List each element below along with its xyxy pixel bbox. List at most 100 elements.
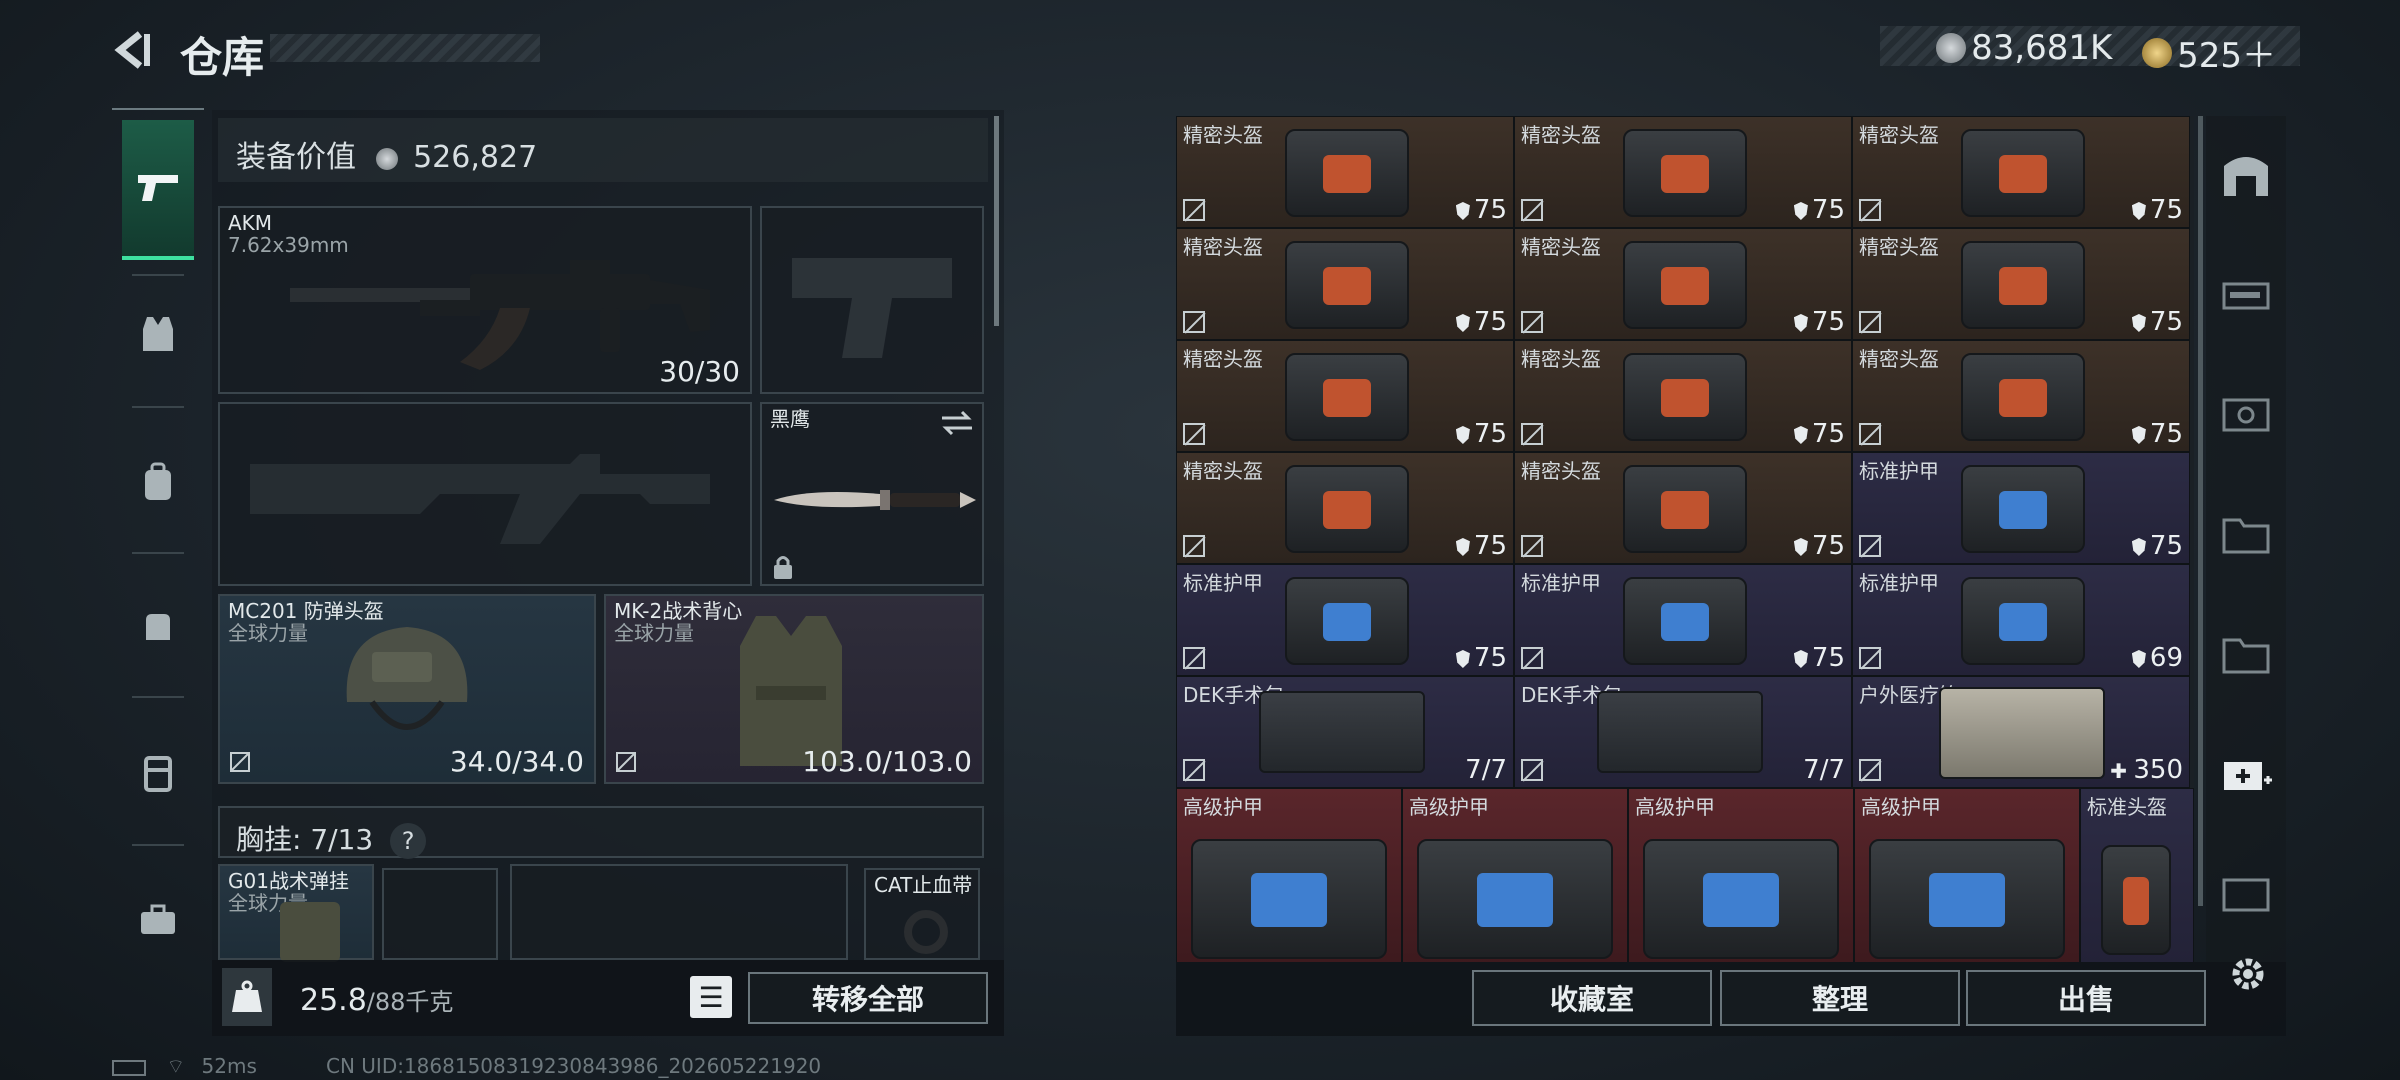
item-name: 高级护甲 [1183, 795, 1263, 819]
safe-icon [2224, 157, 2268, 196]
swap-icon[interactable] [940, 410, 974, 436]
no-insure-icon [1521, 311, 1544, 334]
rig-pocket-slot[interactable] [382, 868, 498, 960]
nav-weapons[interactable] [122, 120, 194, 260]
grid-item[interactable]: 精密头盔 75 [1176, 340, 1514, 452]
grid-item[interactable]: 高级护甲 [1854, 788, 2080, 962]
silver-coin-icon [375, 147, 398, 170]
gold-currency[interactable]: 525＋ [2142, 28, 2276, 77]
vest-brand: 全球力量 [614, 621, 694, 645]
vest-name: MK-2战术背心 [614, 599, 743, 623]
rig-slot[interactable]: G01战术弹挂 全球力量 [218, 864, 374, 962]
helmet-case-image [2101, 845, 2171, 955]
no-insure-icon [1183, 311, 1206, 334]
transfer-all-button[interactable]: 转移全部 [748, 972, 988, 1024]
storage-tab-medical[interactable] [2218, 746, 2274, 802]
durability-value: 75 [1811, 307, 1845, 337]
storage-tab-main[interactable] [2218, 146, 2274, 202]
storage-tab-3[interactable] [2218, 386, 2274, 442]
tourniquet-slot[interactable]: CAT止血带 [864, 868, 980, 960]
melee-slot[interactable]: 黑鹰 [760, 402, 984, 586]
shield-icon [2131, 650, 2146, 668]
bag-icon [146, 614, 170, 640]
helmet-case-image [1285, 353, 1409, 441]
grid-item[interactable]: 标准头盔 [2080, 788, 2194, 962]
item-durability: 69 [2131, 643, 2183, 673]
item-name: 标准头盔 [2087, 795, 2167, 819]
item-durability: ✚ 350 [2110, 755, 2183, 785]
grid-item[interactable]: 精密头盔 75 [1176, 116, 1514, 228]
storage-tab-7[interactable] [2218, 866, 2274, 922]
nav-pouch[interactable] [122, 736, 194, 808]
network-status: ⌔ 52ms [112, 1054, 257, 1079]
grid-item[interactable]: 高级护甲 [1628, 788, 1854, 962]
no-insure-icon [1183, 759, 1206, 782]
nav-bag[interactable] [122, 590, 194, 662]
grid-item[interactable]: DEK手术包 7/7 [1176, 676, 1514, 788]
grid-item[interactable]: 标准护甲 75 [1514, 564, 1852, 676]
warehouse-scrollbar[interactable] [2198, 116, 2203, 906]
durability-value: 75 [1473, 307, 1507, 337]
equipment-scrollbar[interactable] [994, 116, 999, 326]
item-durability: 75 [1455, 195, 1507, 225]
tourniquet-image [904, 910, 948, 954]
primary-weapon-slot[interactable]: AKM 7.62x39mm 30/30 [218, 206, 752, 394]
sort-button[interactable]: 整理 [1720, 970, 1960, 1026]
folder-case-icon [2222, 638, 2270, 674]
item-name: 标准护甲 [1521, 571, 1601, 595]
helmet-slot[interactable]: MC201 防弹头盔 全球力量 34.0/34.0 [218, 594, 596, 784]
grid-item[interactable]: 精密头盔 75 [1176, 228, 1514, 340]
grid-item[interactable]: 精密头盔 75 [1514, 116, 1852, 228]
grid-item[interactable]: 精密头盔 75 [1514, 452, 1852, 564]
shield-icon [1455, 314, 1470, 332]
secondary-primary-slot[interactable] [218, 402, 752, 586]
grid-item[interactable]: 户外医疗箱 ✚ 350 [1852, 676, 2190, 788]
storage-tab-4[interactable] [2218, 506, 2274, 562]
grid-item[interactable]: 标准护甲 75 [1852, 452, 2190, 564]
back-arrow-icon[interactable] [110, 28, 154, 72]
rifle-image [290, 260, 710, 370]
secondary-weapon-slot[interactable] [760, 206, 984, 394]
weight-max: /88千克 [366, 988, 454, 1016]
storage-tab-2[interactable] [2218, 266, 2274, 322]
no-insure-icon [1183, 423, 1206, 446]
grid-item[interactable]: 标准护甲 69 [1852, 564, 2190, 676]
shield-icon [2131, 202, 2146, 220]
grid-item[interactable]: 高级护甲 [1402, 788, 1628, 962]
item-name: 精密头盔 [1183, 123, 1263, 147]
helmet-case-image [1623, 353, 1747, 441]
grid-item[interactable]: 精密头盔 75 [1852, 116, 2190, 228]
grid-item[interactable]: 精密头盔 75 [1852, 340, 2190, 452]
grid-item[interactable]: DEK手术包 7/7 [1514, 676, 1852, 788]
helmet-case-image [1285, 241, 1409, 329]
help-icon[interactable]: ? [390, 823, 427, 859]
grid-item[interactable]: 精密头盔 75 [1176, 452, 1514, 564]
weight-icon [222, 968, 272, 1026]
grid-item[interactable]: 精密头盔 75 [1514, 228, 1852, 340]
list-icon[interactable]: ☰ [690, 976, 732, 1018]
grid-item[interactable]: 精密头盔 75 [1852, 228, 2190, 340]
grid-item[interactable]: 标准护甲 75 [1176, 564, 1514, 676]
grid-item[interactable]: 高级护甲 [1176, 788, 1402, 962]
rig-pocket-slot[interactable] [510, 864, 848, 960]
user-uid: CN UID:18681508319230843986_202605221920 [326, 1054, 822, 1078]
no-insure-icon [230, 752, 250, 772]
item-durability: 75 [1455, 531, 1507, 561]
silver-currency[interactable]: 83,681K [1936, 28, 2112, 68]
nav-case[interactable] [122, 884, 194, 956]
collection-button[interactable]: 收藏室 [1472, 970, 1712, 1026]
gear-icon[interactable] [2228, 954, 2268, 994]
nav-backpack[interactable] [122, 446, 194, 518]
nav-vest[interactable] [122, 298, 194, 370]
backpack-icon [145, 462, 171, 500]
grid-item[interactable]: 精密头盔 75 [1514, 340, 1852, 452]
durability-value: 69 [2149, 643, 2183, 673]
gold-coin-icon [2142, 37, 2172, 68]
storage-tab-5[interactable] [2218, 626, 2274, 682]
advanced-armor-case-image [1643, 839, 1839, 959]
item-name: 精密头盔 [1521, 347, 1601, 371]
armor-slot[interactable]: MK-2战术背心 全球力量 103.0/103.0 [604, 594, 984, 784]
item-durability: 75 [1793, 531, 1845, 561]
tourniquet-name: CAT止血带 [874, 873, 973, 897]
sell-button[interactable]: 出售 [1966, 970, 2206, 1026]
